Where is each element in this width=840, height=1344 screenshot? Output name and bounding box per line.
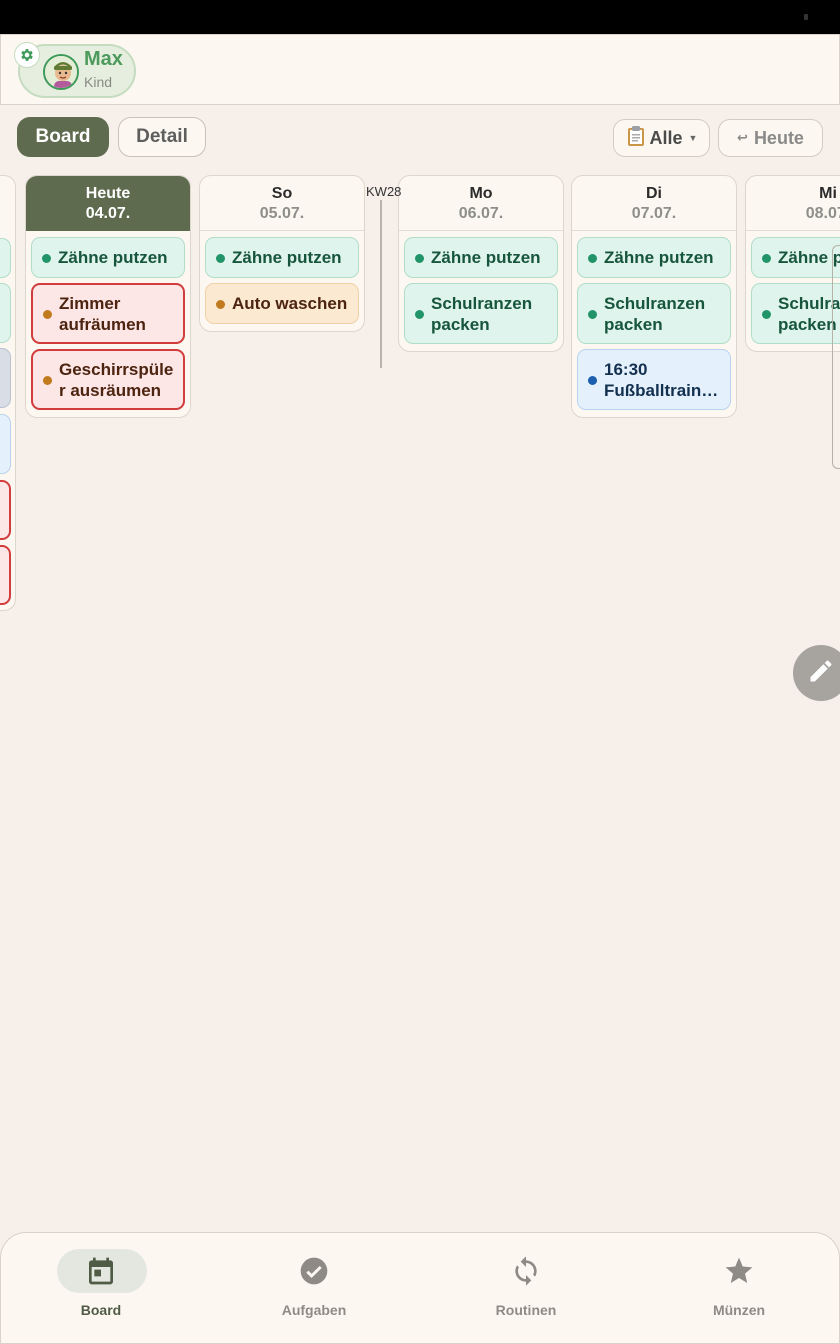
week-divider: [380, 200, 382, 368]
profile-role: Kind: [84, 74, 113, 90]
column-day: So: [271, 185, 293, 202]
star-icon: [723, 1255, 755, 1287]
column-day: Mo: [469, 185, 493, 202]
status-dot: [415, 253, 424, 263]
nav-label: Aufgaben: [281, 1302, 347, 1318]
today-label: Heute: [753, 127, 804, 148]
status-dot: [415, 309, 424, 319]
chevron-down-icon: ▼: [688, 133, 698, 143]
column-date: 06.07.: [458, 205, 504, 222]
board-view-button[interactable]: Board: [17, 117, 109, 157]
nav-label: Münzen: [712, 1302, 766, 1318]
calendar-icon: [85, 1255, 117, 1287]
filter-label: Alle: [649, 127, 683, 148]
nav-aufgaben[interactable]: Aufgaben: [214, 1233, 414, 1344]
task-label: Zimmer aufräumen: [59, 293, 146, 334]
task-card[interactable]: Schulranzen packen: [404, 283, 558, 344]
filter-dropdown[interactable]: Alle ▼: [613, 119, 710, 157]
status-dot: [762, 253, 771, 263]
status-dot: [216, 253, 225, 263]
task-card[interactable]: Zähne putzen: [751, 237, 840, 278]
profile-name: Max: [84, 48, 123, 70]
nav-label: Routinen: [495, 1302, 557, 1318]
task-label: Zähne putzen: [604, 248, 714, 267]
status-indicator: [804, 14, 808, 20]
status-dot: [762, 309, 771, 319]
task-card[interactable]: Zähne putzen: [404, 237, 558, 278]
task-card[interactable]: Zähne putzen: [577, 237, 731, 278]
task-label: Zähne putzen: [58, 248, 168, 267]
task-card[interactable]: Zimmer aufräumen: [31, 283, 185, 344]
column-date: 08.07.: [805, 205, 840, 222]
column-date: 04.07.: [85, 205, 131, 222]
gear-icon[interactable]: [14, 42, 40, 68]
task-label: Auto waschen: [232, 294, 348, 313]
day-column-mo[interactable]: Mo 06.07. Zähne putzen Schulranzen packen: [398, 175, 564, 352]
column-day: Di: [646, 185, 662, 202]
task-card[interactable]: Schulranzen packen: [577, 283, 731, 344]
task-label: Zähne putzen: [232, 248, 342, 267]
task-card[interactable]: Auto waschen: [205, 283, 359, 324]
status-dot: [588, 375, 597, 385]
status-dot: [216, 299, 225, 309]
detail-view-button[interactable]: Detail: [118, 117, 206, 157]
status-dot: [43, 375, 52, 385]
avatar: [43, 54, 79, 90]
status-dot: [42, 253, 51, 263]
status-bar: [0, 0, 840, 34]
app-header: Max Kind: [0, 34, 840, 105]
task-label: Geschirrspüle r ausräumen: [59, 359, 174, 400]
event-time: 16:30: [604, 359, 648, 379]
nav-routinen[interactable]: Routinen: [426, 1233, 626, 1344]
task-card[interactable]: Geschirrspüle r ausräumen: [31, 349, 185, 410]
task-card[interactable]: Zähne putzen: [31, 237, 185, 278]
column-day: Mi: [819, 185, 837, 202]
status-dot: [43, 309, 52, 319]
nav-muenzen[interactable]: Münzen: [639, 1233, 839, 1344]
nav-board[interactable]: Board: [1, 1233, 201, 1344]
sync-icon: [510, 1255, 542, 1287]
event-title: Fußballtrain…: [604, 380, 719, 400]
column-day: Heute: [85, 185, 131, 202]
edit-fab-button[interactable]: [793, 645, 840, 701]
column-date: 07.07.: [631, 205, 677, 222]
day-column-so[interactable]: So 05.07. Zähne putzen Auto waschen: [199, 175, 365, 332]
bottom-navigation: Board Aufgaben Routinen Münzen: [0, 1232, 840, 1344]
return-arrow-icon: ↩: [737, 130, 748, 145]
task-label: Zähne putzen: [778, 248, 840, 267]
status-dot: [588, 309, 597, 319]
board: Heute 04.07. Zähne putzen Zimmer aufräume…: [0, 175, 840, 1225]
clipboard-icon: [626, 125, 646, 152]
column-date: 05.07.: [259, 205, 305, 222]
task-card[interactable]: Zähne putzen: [205, 237, 359, 278]
status-dot: [588, 253, 597, 263]
day-column-mi[interactable]: Mi 08.07. Zähne putzen Schulranzen packen: [745, 175, 840, 352]
scroll-indicator[interactable]: [832, 245, 840, 469]
pencil-icon: [807, 657, 835, 690]
task-label: Schulranzen packen: [778, 293, 840, 334]
event-card[interactable]: 16:30 Fußballtrain…: [577, 349, 731, 410]
week-label: KW28: [366, 184, 402, 199]
task-card[interactable]: Schulranzen packen: [751, 283, 840, 344]
task-label: Zähne putzen: [431, 248, 541, 267]
task-label: Schulranzen packen: [431, 293, 533, 334]
day-column-today[interactable]: Heute 04.07. Zähne putzen Zimmer aufräume…: [25, 175, 191, 418]
jump-today-button[interactable]: ↩ Heute: [718, 119, 823, 157]
nav-label: Board: [80, 1302, 122, 1318]
day-column-di[interactable]: Di 07.07. Zähne putzen Schulranzen packen…: [571, 175, 737, 418]
check-circle-icon: [298, 1255, 330, 1287]
task-label: Schulranzen packen: [604, 293, 706, 334]
